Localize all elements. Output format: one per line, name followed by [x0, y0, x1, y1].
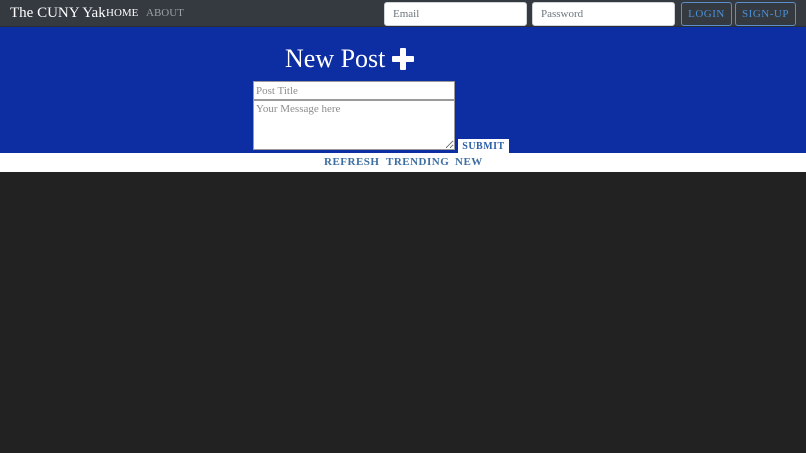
top-navbar: The CUNY Yak HOME ABOUT LOGIN SIGN-UP	[0, 0, 806, 27]
signup-button[interactable]: SIGN-UP	[735, 2, 796, 26]
new-post-heading: New Post	[285, 44, 415, 74]
submit-post-button[interactable]: SUBMIT	[458, 139, 509, 154]
brand-logo-text[interactable]: The CUNY Yak	[10, 5, 106, 22]
new-link[interactable]: NEW	[455, 156, 483, 168]
email-input[interactable]	[384, 2, 527, 26]
post-title-input[interactable]	[253, 81, 455, 100]
new-post-panel: New Post SUBMIT	[0, 27, 806, 154]
password-input[interactable]	[532, 2, 675, 26]
post-feed-area	[0, 172, 806, 453]
refresh-link[interactable]: REFRESH	[324, 156, 379, 168]
new-post-heading-text: New Post	[285, 44, 386, 73]
nav-link-home[interactable]: HOME	[106, 7, 138, 19]
login-button[interactable]: LOGIN	[681, 2, 732, 26]
trending-link[interactable]: TRENDING	[386, 156, 449, 168]
plus-icon	[392, 48, 415, 70]
post-message-textarea[interactable]	[253, 100, 455, 150]
feed-filter-bar: REFRESH TRENDING NEW	[0, 153, 806, 172]
nav-link-about[interactable]: ABOUT	[146, 7, 184, 19]
